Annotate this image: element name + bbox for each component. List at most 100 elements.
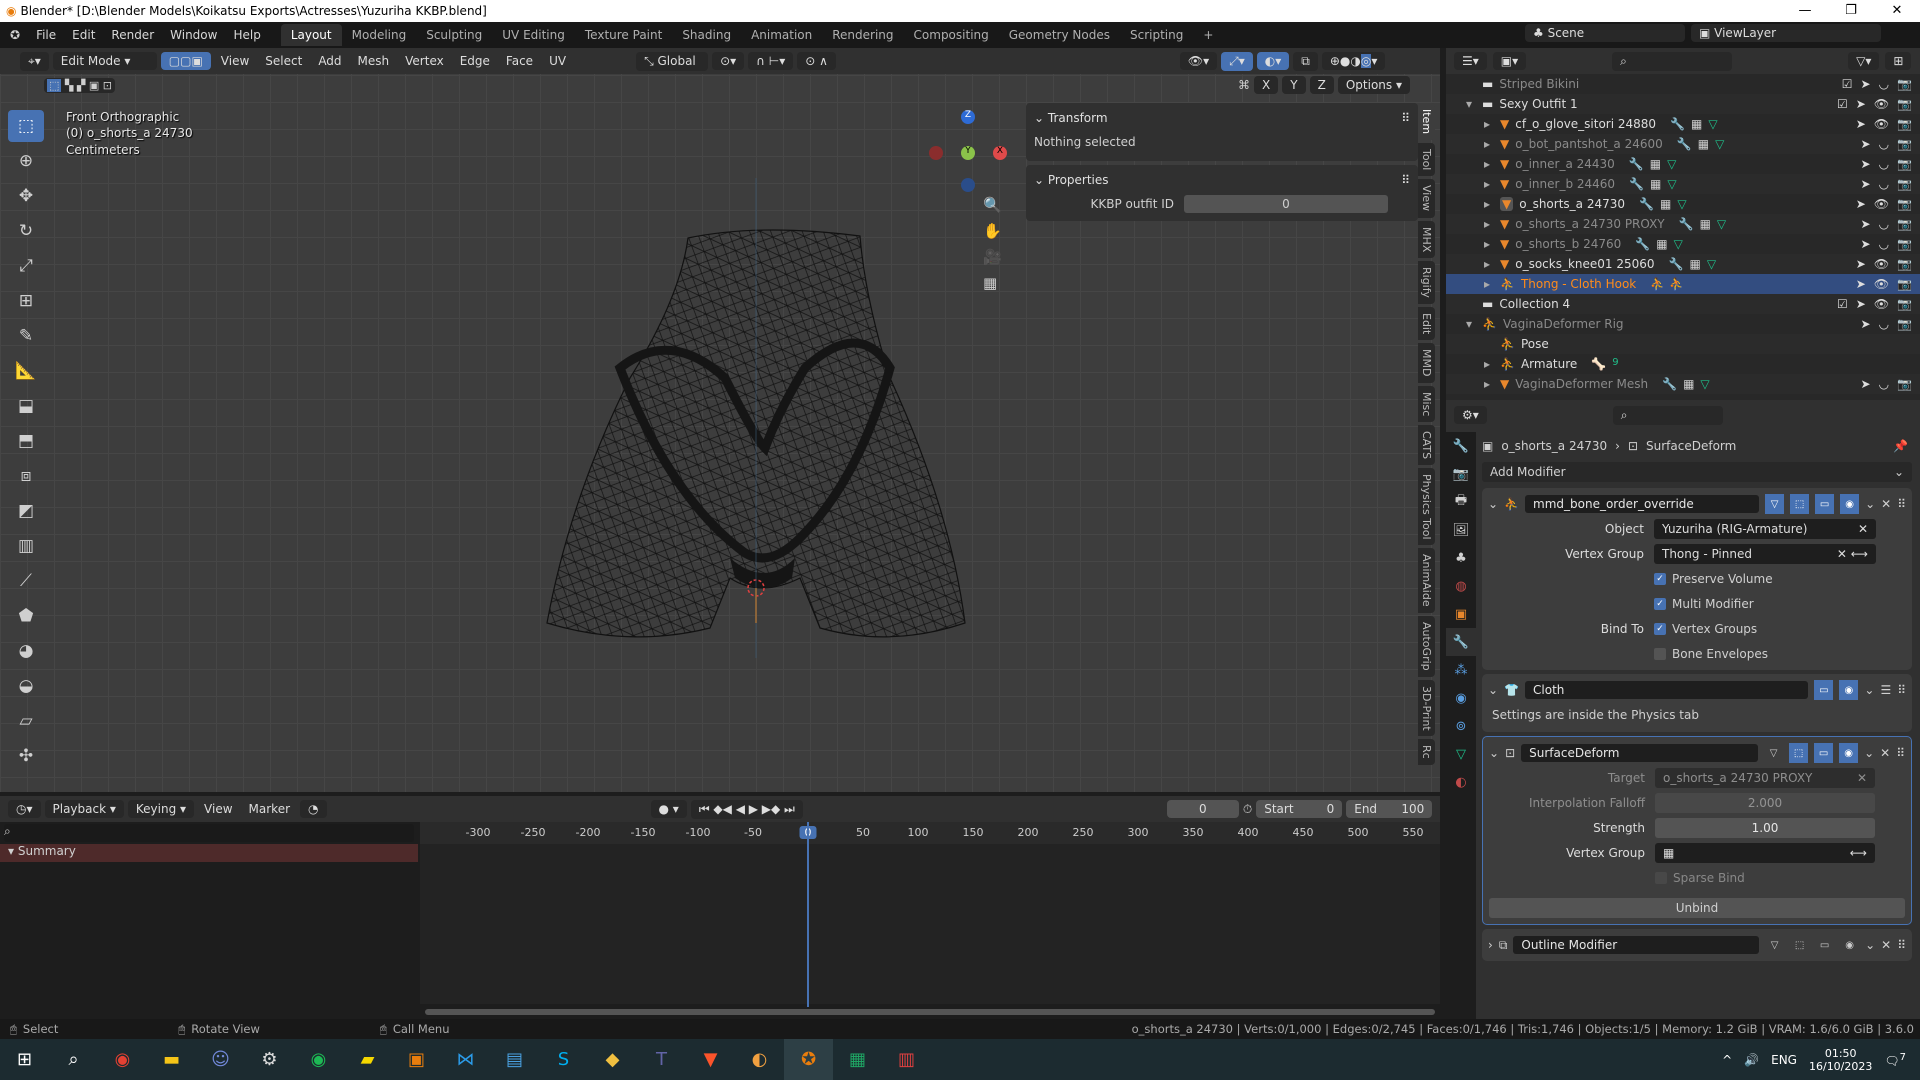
expand-arrow-icon[interactable]: ▸	[1446, 277, 1494, 291]
calendar-app-icon[interactable]: ▥	[882, 1039, 931, 1080]
mesh-wireframe[interactable]	[530, 178, 990, 658]
outliner-item[interactable]: ▸ ▼ o_shorts_b 24760 🔧 ▦ ▽ ➤ ◡ 📷	[1446, 234, 1920, 254]
gizmo-y[interactable]: Y	[961, 146, 975, 160]
outliner-item[interactable]: ▬ Collection 4 ☑ ➤ 👁 📷	[1446, 294, 1920, 314]
visibility-controls[interactable]: ☑ ➤ 👁 📷	[1837, 97, 1912, 111]
outliner-item[interactable]: ▸ ▼ o_bot_pantshot_a 24600 🔧 ▦ ▽ ➤ ◡ 📷	[1446, 134, 1920, 154]
brave-icon[interactable]: ▼	[686, 1039, 735, 1080]
data-tab-icon[interactable]: ▽	[1446, 740, 1476, 768]
summary-channel[interactable]: ▾ Summary	[0, 844, 418, 862]
menu-view[interactable]: View	[215, 54, 255, 68]
auto-keying-button[interactable]: ● ▾	[650, 800, 687, 818]
outliner-item[interactable]: ▸ ▼ o_shorts_a 24730 PROXY 🔧 ▦ ▽ ➤ ◡ 📷	[1446, 214, 1920, 234]
gizmo-neg-x[interactable]	[929, 146, 943, 160]
view-layer-tab-icon[interactable]: 🖼	[1446, 516, 1476, 544]
vertex-groups-checkbox[interactable]: ✓ Vertex Groups	[1654, 622, 1757, 636]
mirror-y[interactable]: Y	[1282, 76, 1306, 94]
playback-menu[interactable]: Playback ▾	[44, 800, 124, 818]
dropdown-icon[interactable]: ⌄	[1864, 746, 1874, 760]
add-cube-tool-icon[interactable]: ⬓	[8, 390, 44, 422]
cage-toggle[interactable]: ⬚	[1790, 935, 1810, 955]
kkbp-outfit-id-field[interactable]: 0	[1184, 195, 1388, 213]
cursor-tool-icon[interactable]: ⊕	[8, 145, 44, 177]
expand-arrow-icon[interactable]: ▾	[1446, 97, 1476, 111]
maximize-button[interactable]: ❐	[1828, 0, 1874, 22]
outliner-item[interactable]: ▾ ▬ Sexy Outfit 1 ☑ ➤ 👁 📷	[1446, 94, 1920, 114]
visibility-controls[interactable]: ➤ 👁 📷	[1856, 197, 1912, 211]
gizmo-x[interactable]: X	[993, 146, 1007, 160]
visibility-controls[interactable]: ➤ ◡ 📷	[1861, 177, 1913, 191]
measure-tool-icon[interactable]: 📐	[8, 355, 44, 387]
outliner-item[interactable]: ▸ ▼ o_inner_b 24460 🔧 ▦ ▽ ➤ ◡ 📷	[1446, 174, 1920, 194]
properties-header[interactable]: ⌄ Properties	[1034, 173, 1109, 187]
proportional-edit-button[interactable]: ⊙ ∧	[797, 52, 836, 70]
preserve-volume-checkbox[interactable]: ✓ Preserve Volume	[1654, 572, 1773, 586]
snap-button[interactable]: ∩ ⊢▾	[748, 52, 794, 70]
menu-add[interactable]: Add	[312, 54, 347, 68]
modifier-icons[interactable]: 🔧 ▦ ▽	[1677, 137, 1725, 151]
add-workspace-button[interactable]: +	[1193, 24, 1223, 46]
vscode-icon[interactable]: ⋈	[441, 1039, 490, 1080]
visibility-controls[interactable]: ➤ ◡ 📷	[1861, 377, 1913, 391]
object-tab-icon[interactable]: ▣	[1446, 600, 1476, 628]
steam-icon[interactable]: ⚙	[245, 1039, 294, 1080]
chrome-icon[interactable]: ◉	[98, 1039, 147, 1080]
3d-viewport[interactable]: ⌖▾ Edit Mode ▾ ▢▢▣ View Select Add Mesh …	[0, 48, 1440, 792]
view-layer-selector[interactable]: ▣ ViewLayer	[1691, 24, 1881, 42]
interpolation-falloff-field[interactable]: 2.000	[1655, 792, 1875, 813]
outliner-item[interactable]: ▸ ▼ o_socks_knee01 25060 🔧 ▦ ▽ ➤ 👁 📷	[1446, 254, 1920, 274]
tab-modeling[interactable]: Modeling	[342, 24, 417, 46]
menu-edge[interactable]: Edge	[454, 54, 496, 68]
menu-window[interactable]: Window	[162, 28, 225, 42]
dropdown-icon[interactable]: ⌄	[1865, 497, 1875, 511]
channel-search-input[interactable]: ⌕	[4, 824, 414, 842]
search-icon[interactable]: ⌕	[49, 1039, 98, 1080]
menu-face[interactable]: Face	[500, 54, 539, 68]
pan-hand-icon[interactable]: ✋	[983, 222, 1002, 240]
poly-build-tool-icon[interactable]: ⬟	[8, 600, 44, 632]
options-button[interactable]: Options ▾	[1337, 76, 1410, 94]
sidebar-tab-3d-print[interactable]: 3D-Print	[1418, 679, 1435, 737]
sidebar-tab-edit[interactable]: Edit	[1418, 306, 1435, 341]
tab-scripting[interactable]: Scripting	[1120, 24, 1193, 46]
dropdown-icon[interactable]: ⌄	[1865, 938, 1875, 952]
timeline-view-menu[interactable]: View	[198, 802, 238, 816]
blender-taskbar-icon[interactable]: ✪	[784, 1039, 833, 1080]
select-mode-buttons[interactable]: ▢▢▣	[160, 52, 211, 70]
timeline-editor-type[interactable]: ◷▾	[8, 800, 41, 818]
mode-selector[interactable]: Edit Mode ▾	[52, 52, 157, 70]
git-icon[interactable]: ◆	[588, 1039, 637, 1080]
sync-icon[interactable]: ◔	[300, 800, 327, 818]
editor-type-button[interactable]: ⌖▾	[20, 51, 49, 71]
modifier-name-field[interactable]: SurfaceDeform	[1521, 744, 1759, 762]
outliner-item[interactable]: ▸ ▼ cf_o_glove_sitori 24880 🔧 ▦ ▽ ➤ 👁 📷	[1446, 114, 1920, 134]
outliner-editor-type[interactable]: ☰▾	[1454, 52, 1487, 70]
visibility-controls[interactable]: ➤ 👁 📷	[1856, 277, 1912, 291]
transform-header[interactable]: ⌄ Transform	[1034, 111, 1108, 125]
unbind-button[interactable]: Unbind	[1489, 898, 1905, 918]
shear-tool-icon[interactable]: ▱	[8, 705, 44, 737]
notifications-icon[interactable]: 🗨7	[1884, 1052, 1906, 1068]
expand-arrow-icon[interactable]: ▸	[1446, 237, 1494, 251]
collapse-chevron-icon[interactable]: ⌄	[1488, 683, 1498, 697]
collapse-chevron-icon[interactable]: ⌄	[1489, 746, 1499, 760]
discord-icon[interactable]: ☺	[196, 1039, 245, 1080]
edit-mode-toggle[interactable]: ▽	[1765, 935, 1785, 955]
new-collection-button[interactable]: ⊞	[1885, 52, 1912, 70]
blender-menu-icon[interactable]: ✪	[0, 28, 28, 42]
expand-arrow-icon[interactable]: ▸	[1446, 357, 1494, 371]
sparse-bind-checkbox[interactable]: Sparse Bind	[1655, 871, 1745, 885]
spreadsheet-icon[interactable]: ▦	[833, 1039, 882, 1080]
remove-modifier-icon[interactable]: ✕	[1880, 746, 1890, 760]
modifier-icons[interactable]: 🔧 ▦ ▽	[1629, 157, 1677, 171]
xray-toggle[interactable]: ⧉	[1293, 51, 1318, 71]
expand-arrow-icon[interactable]: ▸	[1446, 257, 1494, 271]
sidebar-tab-rigify[interactable]: Rigify	[1418, 260, 1435, 304]
tab-compositing[interactable]: Compositing	[904, 24, 999, 46]
camera-view-icon[interactable]: 🎥	[983, 248, 1002, 266]
expand-arrow-icon[interactable]: ▸	[1446, 157, 1494, 171]
select-box-tool-icon[interactable]: ⬚	[8, 110, 44, 142]
ortho-grid-icon[interactable]: ▦	[983, 274, 1002, 292]
filter-button[interactable]: ▽▾	[1848, 52, 1880, 70]
multi-modifier-checkbox[interactable]: ✓ Multi Modifier	[1654, 597, 1754, 611]
